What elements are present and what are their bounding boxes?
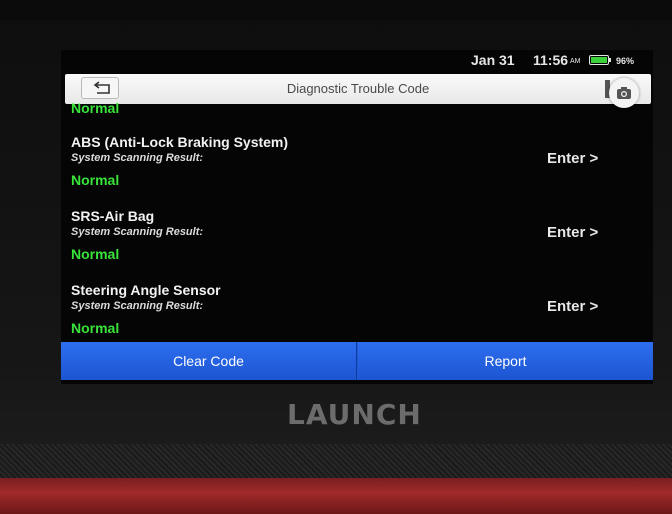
- status-date: Jan 31: [471, 52, 515, 68]
- report-button[interactable]: Report: [358, 342, 653, 380]
- list-item[interactable]: SRS-Air Bag System Scanning Result: Norm…: [61, 208, 653, 282]
- result-status: Normal: [71, 172, 120, 188]
- clear-code-button[interactable]: Clear Code: [61, 342, 357, 380]
- status-time: 11:56: [533, 52, 569, 68]
- system-name: Steering Angle Sensor: [71, 282, 221, 298]
- result-label: System Scanning Result:: [71, 152, 204, 164]
- enter-button[interactable]: Enter >: [547, 298, 598, 315]
- action-bar: Clear Code Report: [61, 342, 653, 380]
- result-label: System Scanning Result:: [71, 226, 204, 238]
- status-ampm: AM: [570, 58, 581, 65]
- brand-logo: LAUNCH: [287, 398, 422, 431]
- enter-button[interactable]: Enter >: [547, 224, 598, 241]
- camera-icon: [617, 87, 631, 99]
- device-red-trim: [0, 478, 672, 514]
- page-title: Diagnostic Trouble Code: [286, 81, 430, 96]
- status-bar: Jan 31 11:56 AM 96%: [61, 50, 653, 72]
- enter-button[interactable]: Enter >: [547, 150, 598, 167]
- system-name: SRS-Air Bag: [71, 208, 155, 224]
- previous-item-status: Normal: [71, 100, 120, 116]
- system-name: ABS (Anti-Lock Braking System): [71, 134, 289, 150]
- system-list: Normal ABS (Anti-Lock Braking System) Sy…: [61, 100, 653, 342]
- list-item[interactable]: ABS (Anti-Lock Braking System) System Sc…: [61, 134, 653, 208]
- result-status: Normal: [71, 246, 120, 262]
- battery-level: 96%: [616, 56, 635, 66]
- result-status: Normal: [71, 320, 120, 336]
- result-label: System Scanning Result:: [71, 300, 204, 312]
- bezel-top: [0, 0, 672, 20]
- title-bar: Diagnostic Trouble Code: [65, 74, 651, 104]
- screen: Jan 31 11:56 AM 96% Diagnostic Trouble C…: [61, 50, 653, 384]
- battery-icon: [589, 55, 611, 65]
